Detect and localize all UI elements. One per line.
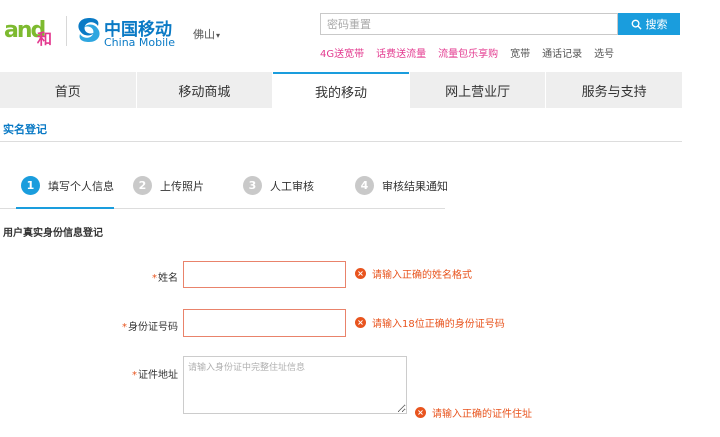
step-number: 1 (21, 176, 40, 195)
error-icon: × (355, 317, 366, 328)
china-mobile-english: China Mobile (104, 36, 176, 49)
step-1: 1 填写个人信息 (21, 176, 114, 195)
and-he-logo[interactable]: and 和 (4, 14, 60, 54)
name-label: *姓名 (58, 269, 178, 284)
main-nav: 首页 移动商城 我的移动 网上营业厅 服务与支持 (0, 72, 682, 108)
china-mobile-logo-icon[interactable] (74, 16, 104, 44)
quick-link[interactable]: 流量包乐享购 (438, 45, 498, 60)
required-mark: * (132, 370, 137, 381)
step-label: 填写个人信息 (48, 179, 114, 193)
quick-links: 4G送宽带 话费送流量 流量包乐享购 宽带 通话记录 选号 (320, 45, 626, 60)
step-indicator: 1 填写个人信息 2 上传照片 3 人工审核 4 审核结果通知 (0, 164, 470, 210)
id-number-error: × 请输入18位正确的身份证号码 (355, 315, 505, 330)
id-number-input[interactable] (183, 309, 346, 337)
name-error: × 请输入正确的姓名格式 (355, 266, 472, 281)
step-label: 人工审核 (270, 179, 314, 193)
divider (0, 141, 682, 142)
name-error-text: 请输入正确的姓名格式 (372, 270, 472, 281)
id-error-text: 请输入18位正确的身份证号码 (372, 319, 505, 330)
step-label: 审核结果通知 (382, 179, 448, 193)
nav-item-online-hall[interactable]: 网上营业厅 (410, 72, 546, 108)
quick-link[interactable]: 通话记录 (542, 45, 582, 60)
search-button[interactable]: 搜索 (618, 13, 680, 35)
step-number: 3 (243, 176, 262, 195)
page-title: 实名登记 (3, 123, 47, 136)
required-mark: * (152, 273, 157, 284)
nav-item-my-mobile[interactable]: 我的移动 (273, 72, 409, 108)
address-label: *证件地址 (58, 366, 178, 381)
quick-link[interactable]: 话费送流量 (376, 45, 426, 60)
city-selector[interactable]: 佛山▾ (193, 26, 220, 42)
he-logo-text: 和 (37, 30, 53, 48)
search-button-label: 搜索 (645, 18, 668, 31)
id-number-label: *身份证号码 (58, 318, 178, 333)
step-label: 上传照片 (160, 179, 204, 193)
quick-link[interactable]: 选号 (594, 45, 614, 60)
name-input[interactable] (183, 261, 346, 288)
step-number: 4 (355, 176, 374, 195)
address-textarea[interactable] (183, 356, 407, 414)
error-icon: × (355, 268, 366, 279)
address-label-text: 证件地址 (138, 370, 178, 381)
name-label-text: 姓名 (158, 273, 178, 284)
nav-item-mall[interactable]: 移动商城 (137, 72, 273, 108)
nav-item-home[interactable]: 首页 (0, 72, 136, 108)
step-3: 3 人工审核 (243, 176, 314, 195)
id-label-text: 身份证号码 (128, 322, 178, 333)
quick-link[interactable]: 4G送宽带 (320, 45, 364, 60)
chevron-down-icon: ▾ (216, 31, 221, 40)
form-title: 用户真实身份信息登记 (3, 228, 103, 239)
city-label: 佛山 (193, 28, 215, 41)
active-step-underline (16, 207, 114, 209)
step-number: 2 (133, 176, 152, 195)
search-icon (631, 19, 642, 30)
logo-divider (66, 16, 67, 46)
step-2: 2 上传照片 (133, 176, 204, 195)
address-error-text: 请输入正确的证件住址 (432, 409, 532, 420)
quick-link[interactable]: 宽带 (510, 45, 530, 60)
step-4: 4 审核结果通知 (355, 176, 448, 195)
address-error: × 请输入正确的证件住址 (415, 405, 532, 420)
error-icon: × (415, 407, 426, 418)
required-mark: * (122, 322, 127, 333)
search-input[interactable] (320, 13, 618, 35)
nav-item-service[interactable]: 服务与支持 (546, 72, 682, 108)
